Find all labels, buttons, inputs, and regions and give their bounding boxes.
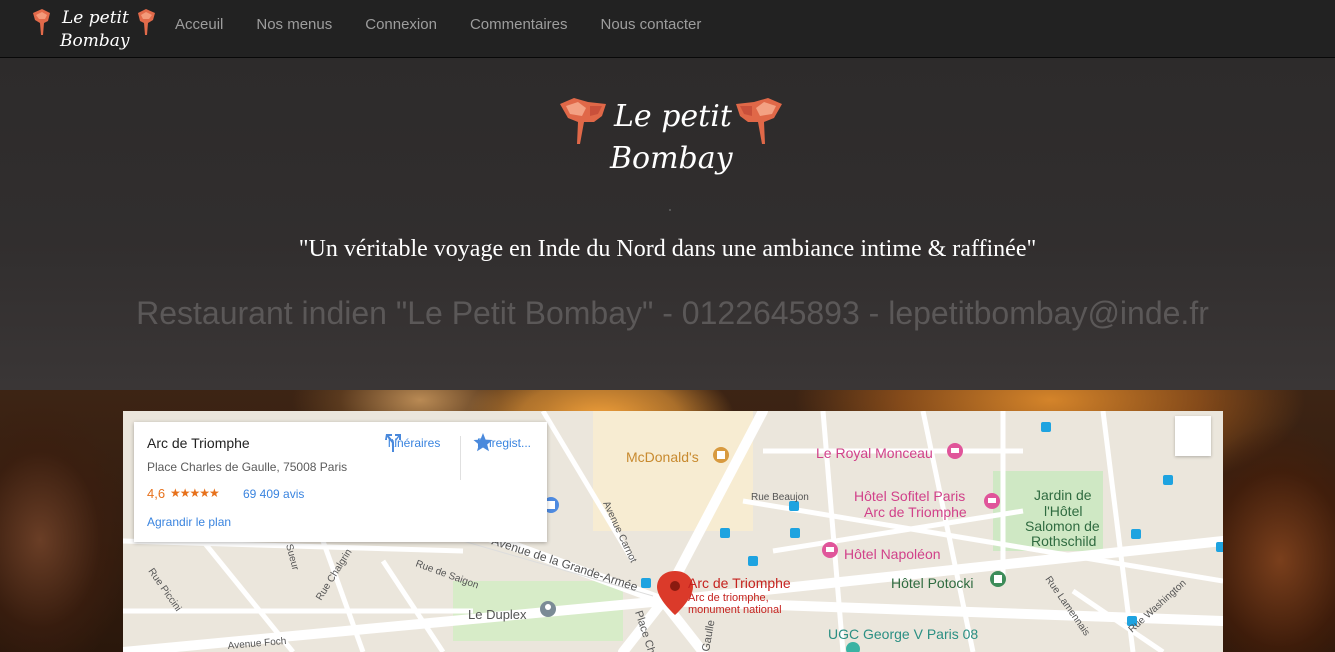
header-logo: Le petit Bombay: [560, 98, 782, 176]
rating-stars-icon: ★★★★★: [170, 486, 220, 500]
fullscreen-control: [1175, 416, 1211, 456]
save-button[interactable]: Enregist...: [472, 432, 536, 452]
star-icon: [473, 433, 493, 452]
nav-menu: Acceuil Nos menus Connexion Commentaires…: [158, 0, 717, 50]
elephant-right-icon: [138, 9, 155, 35]
reviews-link[interactable]: 69 409 avis: [243, 487, 304, 501]
place-rating: 4,6: [147, 486, 166, 501]
map-label-ugc: UGC George V Paris 08: [828, 626, 978, 642]
map-label-royal-monceau: Le Royal Monceau: [816, 445, 933, 461]
map-label-jardin-2: l'Hôtel: [1044, 503, 1082, 519]
nav-link-accueil[interactable]: Acceuil: [158, 0, 239, 50]
marker-title: Arc de Triomphe: [688, 575, 791, 591]
marker-subtitle-1: Arc de triomphe,: [688, 592, 769, 604]
marker-subtitle-2: monument national: [688, 604, 782, 616]
map-label-sofitel-1: Hôtel Sofitel Paris: [854, 488, 965, 504]
divider-dot: [669, 209, 671, 211]
enlarge-map-link[interactable]: Agrandir le plan: [147, 515, 231, 529]
map-label-rue-beaujon: Rue Beaujon: [751, 492, 809, 503]
map-label-jardin-1: Jardin de: [1034, 487, 1092, 503]
tagline: "Un véritable voyage en Inde du Nord dan…: [298, 236, 1037, 262]
map-label-sofitel-2: Arc de Triomphe: [864, 504, 967, 520]
poi-potocki-icon: [990, 571, 1006, 587]
nav-link-menus[interactable]: Nos menus: [239, 0, 348, 50]
google-map[interactable]: McDonald's Le Royal Monceau Hôtel Sofite…: [123, 411, 1223, 652]
logo-text-line2: Bombay: [59, 31, 130, 51]
poi-royal-monceau-icon: [947, 443, 963, 459]
poi-duplex-icon: [540, 601, 556, 617]
place-info-card: Arc de Triomphe Place Charles de Gaulle,…: [134, 422, 547, 542]
contact-info: Restaurant indien "Le Petit Bombay" - 01…: [136, 295, 1209, 331]
poi-mcdonalds-icon: [713, 447, 729, 463]
card-divider: [460, 436, 461, 480]
directions-icon: [385, 434, 401, 452]
nav-link-contact[interactable]: Nous contacter: [583, 0, 717, 50]
map-label-napoleon: Hôtel Napoléon: [844, 546, 941, 562]
header-logo-line1: Le petit: [613, 99, 733, 134]
header-logo-line2: Bombay: [609, 141, 734, 176]
map-label-mcdonalds: McDonald's: [626, 449, 699, 465]
map-label-duplex: Le Duplex: [468, 607, 527, 622]
elephant-right-icon: [736, 98, 782, 144]
place-address: Place Charles de Gaulle, 75008 Paris: [147, 460, 348, 474]
directions-button[interactable]: Itinéraires: [382, 432, 446, 452]
place-name: Arc de Triomphe: [147, 435, 250, 451]
logo-text-line1: Le petit: [61, 8, 129, 28]
nav-link-connexion[interactable]: Connexion: [348, 0, 453, 50]
map-label-potocki: Hôtel Potocki: [891, 575, 973, 591]
map-label-jardin-3: Salomon de: [1025, 518, 1100, 534]
header-banner: Le petit Bombay "Un véritable voyage en …: [0, 58, 1335, 390]
elephant-left-icon: [33, 9, 50, 35]
logo[interactable]: Le petit Bombay: [30, 3, 158, 55]
poi-sofitel-icon: [984, 493, 1000, 509]
poi-napoleon-icon: [822, 542, 838, 558]
navbar: Le petit Bombay Acceuil Nos menus Connex…: [0, 0, 1335, 58]
map-label-jardin-4: Rothschild: [1031, 533, 1096, 549]
nav-link-commentaires[interactable]: Commentaires: [453, 0, 584, 50]
elephant-left-icon: [560, 98, 606, 144]
